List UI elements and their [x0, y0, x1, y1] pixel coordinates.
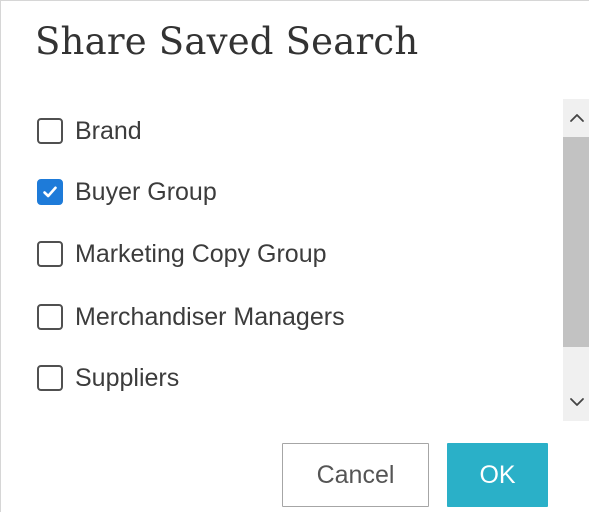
option-list: Brand Buyer Group Marketing Copy Group M… — [1, 99, 561, 419]
option-marketing-copy-group[interactable]: Marketing Copy Group — [37, 239, 327, 269]
option-merchandiser-managers[interactable]: Merchandiser Managers — [37, 302, 345, 332]
checkbox[interactable] — [37, 304, 63, 330]
option-label: Suppliers — [75, 364, 180, 392]
dialog-title: Share Saved Search — [35, 20, 419, 63]
checkbox[interactable] — [37, 365, 63, 391]
scroll-thumb[interactable] — [563, 137, 589, 347]
scrollbar[interactable] — [563, 99, 589, 421]
option-label: Buyer Group — [75, 178, 217, 206]
option-label: Marketing Copy Group — [75, 240, 327, 268]
chevron-down-icon — [569, 398, 584, 406]
option-brand[interactable]: Brand — [37, 116, 142, 146]
cancel-button[interactable]: Cancel — [282, 443, 429, 507]
checkbox[interactable] — [37, 241, 63, 267]
option-label: Merchandiser Managers — [75, 303, 345, 331]
checkmark-icon — [43, 186, 57, 198]
ok-button[interactable]: OK — [447, 443, 548, 507]
scroll-up-button[interactable] — [563, 99, 589, 137]
checkbox[interactable] — [37, 118, 63, 144]
scroll-down-button[interactable] — [563, 383, 589, 421]
option-buyer-group[interactable]: Buyer Group — [37, 177, 217, 207]
option-label: Brand — [75, 117, 142, 145]
checkbox-checked[interactable] — [37, 179, 63, 205]
share-saved-search-dialog: Share Saved Search Brand Buyer Group Mar… — [0, 0, 589, 512]
option-suppliers[interactable]: Suppliers — [37, 363, 179, 393]
chevron-up-icon — [569, 114, 584, 122]
